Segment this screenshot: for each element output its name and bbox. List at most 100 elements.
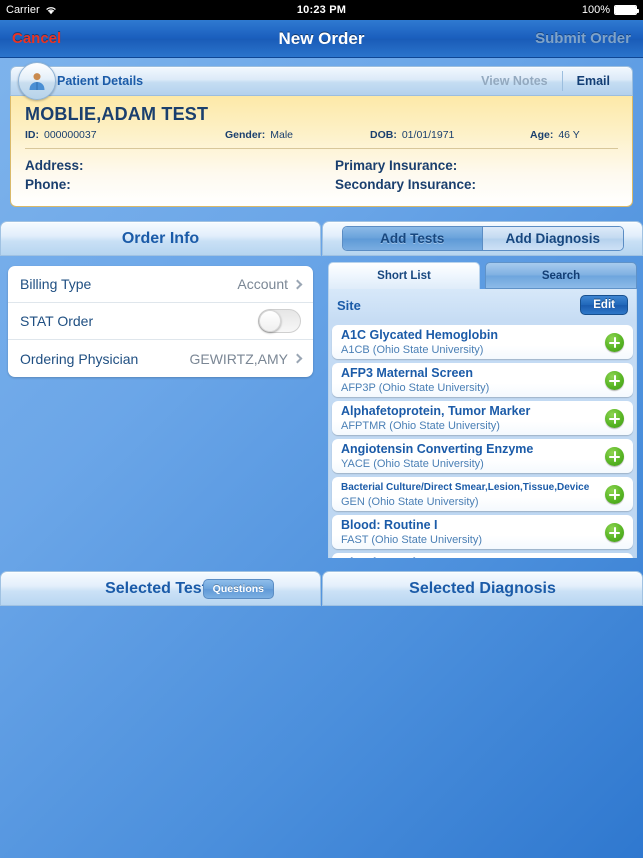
selected-diagnosis-bar[interactable]: Selected Diagnosis <box>322 571 643 606</box>
billing-type-right: Account <box>237 276 303 292</box>
main-content: Billing Type Account STAT Order Ordering… <box>0 256 643 569</box>
status-bar-time: 10:23 PM <box>296 4 347 16</box>
test-name: Blood: Routine II <box>341 556 591 558</box>
patient-address-row: Address: Primary Insurance: <box>25 156 618 175</box>
stat-order-right <box>258 309 301 333</box>
patient-avatar-icon <box>18 62 56 100</box>
tab-search[interactable]: Search <box>485 262 637 289</box>
tab-add-diagnosis[interactable]: Add Diagnosis <box>483 227 623 250</box>
patient-age-value: 46 Y <box>558 129 580 141</box>
selected-tests-bar[interactable]: Selected Tests Questions <box>0 571 321 606</box>
status-bar: Carrier 10:23 PM 100% <box>0 0 643 20</box>
list-item[interactable]: Angiotensin Converting Enzyme YACE (Ohio… <box>332 439 633 473</box>
patient-gender-label: Gender: <box>225 129 266 141</box>
patient-details-card: Patient Details View Notes Email MOBLIE,… <box>10 62 633 207</box>
questions-button[interactable]: Questions <box>202 579 274 599</box>
add-tests-diagnosis-segmented-control: Add Tests Add Diagnosis <box>341 226 624 251</box>
patient-details-title: Patient Details <box>57 74 144 88</box>
plus-circle-icon[interactable] <box>605 333 624 352</box>
right-panel-header: Add Tests Add Diagnosis <box>322 221 643 256</box>
selected-tests-label: Selected Tests <box>105 579 216 597</box>
patient-dob-label: DOB: <box>370 129 397 141</box>
address-label: Address: <box>25 158 84 173</box>
test-code: FAST (Ohio State University) <box>341 534 483 546</box>
plus-circle-icon[interactable] <box>605 409 624 428</box>
patient-details-header: Patient Details View Notes Email <box>10 66 633 96</box>
list-item[interactable]: Alphafetoprotein, Tumor Marker AFPTMR (O… <box>332 401 633 435</box>
list-item[interactable]: Blood: Routine I FAST (Ohio State Univer… <box>332 515 633 549</box>
test-short-list[interactable]: A1C Glycated Hemoglobin A1CB (Ohio State… <box>328 321 637 558</box>
test-name: Angiotensin Converting Enzyme <box>341 442 534 456</box>
selected-diagnosis-label: Selected Diagnosis <box>409 579 556 597</box>
test-name: A1C Glycated Hemoglobin <box>341 328 498 342</box>
patient-age-label: Age: <box>530 129 554 141</box>
cancel-button[interactable]: Cancel <box>12 30 61 47</box>
stat-order-label: STAT Order <box>20 313 94 329</box>
list-item[interactable]: A1C Glycated Hemoglobin A1CB (Ohio State… <box>332 325 633 359</box>
patient-dob-value: 01/01/1971 <box>401 129 455 141</box>
plus-circle-icon[interactable] <box>605 523 624 542</box>
patient-dob-field: DOB: 01/01/1971 <box>370 129 530 141</box>
patient-meta-row: ID: 000000037 Gender: Male DOB: 01/01/19… <box>25 129 618 149</box>
test-name: AFP3 Maternal Screen <box>341 366 473 380</box>
patient-address-insurance-block: Address: Primary Insurance: Phone: Secon… <box>25 149 618 194</box>
phone-label: Phone: <box>25 177 71 192</box>
ordering-physician-label: Ordering Physician <box>20 350 139 367</box>
ordering-physician-right: GEWIRTZ,AMY <box>189 350 303 367</box>
list-item[interactable]: Blood: Routine II FAST2 (Ohio State Univ… <box>332 553 633 558</box>
panel-headers-row: Order Info Add Tests Add Diagnosis <box>0 221 643 256</box>
test-name: Bacterial Culture/Direct Smear,Lesion,Ti… <box>341 482 590 493</box>
short-list-search-tabs: Short List Search <box>328 262 637 289</box>
list-item[interactable]: Bacterial Culture/Direct Smear,Lesion,Ti… <box>332 477 633 511</box>
patient-name: MOBLIE,ADAM TEST <box>25 104 209 124</box>
patient-header-actions: View Notes Email <box>467 67 624 95</box>
ordering-physician-value: GEWIRTZ,AMY <box>189 350 288 367</box>
view-notes-button[interactable]: View Notes <box>467 67 561 95</box>
site-bar: Site Edit <box>328 289 637 321</box>
test-code: AFPTMR (Ohio State University) <box>341 420 500 432</box>
battery-percent-label: 100% <box>581 4 610 16</box>
test-name: Alphafetoprotein, Tumor Marker <box>341 404 531 418</box>
add-tests-panel: Short List Search Site Edit A1C Glycated… <box>322 256 643 569</box>
plus-circle-icon[interactable] <box>605 485 624 504</box>
row-stat-order[interactable]: STAT Order <box>8 303 313 340</box>
email-button[interactable]: Email <box>563 67 624 95</box>
site-label: Site <box>337 297 361 313</box>
row-billing-type[interactable]: Billing Type Account <box>8 266 313 303</box>
new-order-screen: Carrier 10:23 PM 100% Cancel New Order S… <box>0 0 643 858</box>
chevron-right-icon <box>292 279 303 289</box>
row-ordering-physician[interactable]: Ordering Physician GEWIRTZ,AMY <box>8 340 313 377</box>
toggle-knob <box>259 310 281 332</box>
list-item[interactable]: AFP3 Maternal Screen AFP3P (Ohio State U… <box>332 363 633 397</box>
billing-type-label: Billing Type <box>20 276 92 292</box>
battery-full-icon <box>614 5 639 15</box>
test-code: YACE (Ohio State University) <box>341 458 484 470</box>
navigation-bar: Cancel New Order Submit Order <box>0 20 643 58</box>
patient-id-label: ID: <box>25 129 39 141</box>
tab-add-tests[interactable]: Add Tests <box>342 227 482 250</box>
plus-circle-icon[interactable] <box>605 371 624 390</box>
order-info-form: Billing Type Account STAT Order Ordering… <box>8 266 313 377</box>
patient-age-field: Age: 46 Y <box>530 129 580 141</box>
tab-short-list[interactable]: Short List <box>328 262 480 289</box>
patient-gender-value: Male <box>270 129 294 141</box>
stat-order-toggle[interactable] <box>258 309 301 333</box>
order-info-panel: Billing Type Account STAT Order Ordering… <box>0 256 321 569</box>
billing-type-value: Account <box>237 276 288 292</box>
test-name: Blood: Routine I <box>341 518 438 532</box>
patient-gender-field: Gender: Male <box>225 129 370 141</box>
bottom-bars-row: Selected Tests Questions Selected Diagno… <box>0 571 643 606</box>
plus-circle-icon[interactable] <box>605 447 624 466</box>
status-bar-right: 100% <box>581 4 639 16</box>
order-info-title: Order Info <box>121 229 200 247</box>
chevron-right-icon <box>292 353 303 364</box>
secondary-insurance-label: Secondary Insurance: <box>335 177 477 192</box>
patient-phone-row: Phone: Secondary Insurance: <box>25 175 618 194</box>
test-code: GEN (Ohio State University) <box>341 496 479 508</box>
primary-insurance-label: Primary Insurance: <box>335 158 458 173</box>
test-code: A1CB (Ohio State University) <box>341 344 484 356</box>
patient-id-value: 000000037 <box>44 129 97 141</box>
submit-order-button[interactable]: Submit Order <box>535 30 631 47</box>
edit-button[interactable]: Edit <box>580 295 628 315</box>
patient-id-field: ID: 000000037 <box>25 129 225 141</box>
